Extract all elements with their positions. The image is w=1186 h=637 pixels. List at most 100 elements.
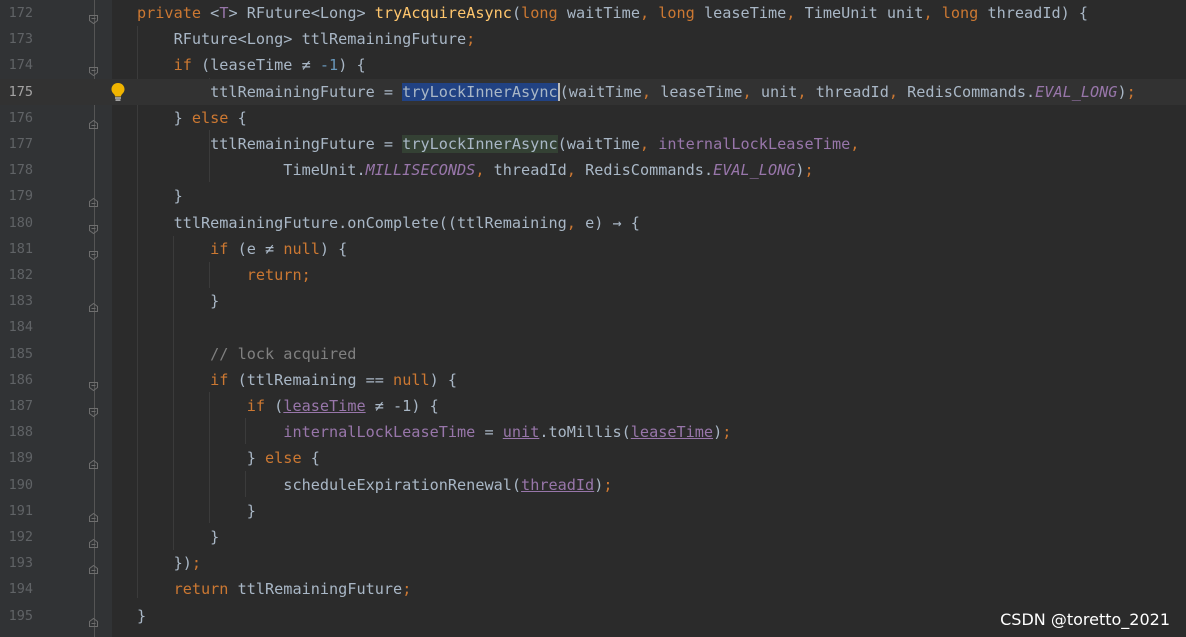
code-line[interactable]: 192 }: [0, 524, 1186, 550]
code-line[interactable]: 183 }: [0, 288, 1186, 314]
code-token: }: [137, 187, 183, 206]
code-line[interactable]: 191 }: [0, 498, 1186, 524]
code-line[interactable]: 190 scheduleExpirationRenewal(threadId);: [0, 472, 1186, 498]
code-line[interactable]: 184: [0, 314, 1186, 340]
code-text: }: [137, 183, 183, 209]
code-line[interactable]: 172 private <T> RFuture<Long> tryAcquireA…: [0, 0, 1186, 26]
code-token: MILLISECONDS: [365, 161, 476, 180]
code-text: if (ttlRemaining == null) {: [137, 367, 457, 393]
code-text: private <T> RFuture<Long> tryAcquireAsyn…: [137, 0, 1088, 26]
code-token: ;: [603, 475, 613, 494]
code-line[interactable]: 188 internalLockLeaseTime = unit.toMilli…: [0, 419, 1186, 445]
code-line[interactable]: 194 return ttlRemainingFuture;: [0, 576, 1186, 602]
code-token: (ttlRemaining ==: [237, 370, 394, 389]
code-text: }: [137, 524, 219, 550]
line-number: 184: [8, 319, 33, 336]
line-number: 186: [8, 371, 33, 388]
code-token: leaseTime: [630, 423, 714, 442]
code-token: internalLockLeaseTime: [137, 423, 476, 442]
code-token: threadId) {: [987, 4, 1089, 22]
code-token: else: [265, 449, 311, 468]
fold-collapse-icon[interactable]: [88, 243, 99, 260]
code-token: TimeUnit.: [137, 161, 366, 180]
code-text: } else {: [137, 445, 320, 471]
fold-collapse-icon[interactable]: [88, 59, 99, 77]
code-text: return ttlRemainingFuture;: [137, 576, 412, 602]
fold-collapse-icon[interactable]: [88, 374, 99, 391]
code-token: ,: [641, 82, 661, 101]
code-line[interactable]: 181 if (e ≠ null) {: [0, 236, 1186, 262]
code-token: ,: [850, 135, 860, 153]
code-token: (waitTime: [557, 135, 640, 153]
code-token: ) {: [319, 239, 348, 258]
code-token: ,: [797, 82, 816, 101]
code-token: if: [137, 397, 275, 415]
selected-text: tryLockInnerAsync: [402, 82, 558, 101]
fold-end-icon[interactable]: [88, 295, 99, 313]
code-token: RFuture<Long> ttlRemainingFuture: [137, 30, 467, 49]
code-token: =: [475, 423, 503, 442]
code-token: ): [594, 475, 604, 494]
code-line[interactable]: 186 if (ttlRemaining == null) {: [0, 367, 1186, 393]
code-token: unit: [502, 423, 540, 442]
code-editor[interactable]: 172 private <T> RFuture<Long> tryAcquireA…: [0, 0, 1186, 637]
code-text: }: [137, 603, 146, 629]
code-token: ;: [191, 554, 202, 573]
code-line[interactable]: 174 if (leaseTime ≠ -1) {: [0, 52, 1186, 78]
code-token: }: [137, 606, 147, 625]
fold-end-icon[interactable]: [88, 531, 99, 548]
code-line[interactable]: 185 // lock acquired: [0, 341, 1186, 367]
code-token: ,: [566, 213, 586, 232]
line-number: 193: [8, 555, 33, 572]
fold-end-icon[interactable]: [88, 557, 99, 575]
code-line[interactable]: 175 ttlRemainingFuture = tryLockInnerAsy…: [0, 78, 1186, 105]
code-token: EVAL_LONG: [1035, 82, 1118, 101]
code-token: leaseTime: [283, 397, 366, 415]
code-token: , long: [639, 4, 704, 22]
code-line[interactable]: 178 TimeUnit.MILLISECONDS, threadId, Red…: [0, 157, 1186, 183]
code-token: EVAL_LONG: [713, 161, 796, 180]
fold-end-icon[interactable]: [88, 190, 99, 208]
code-line[interactable]: 193 });: [0, 550, 1186, 576]
code-token: }: [137, 108, 192, 127]
line-number: 182: [8, 267, 33, 283]
line-number: 174: [8, 57, 33, 74]
fold-end-icon[interactable]: [88, 112, 99, 129]
code-token: ;: [804, 161, 814, 180]
code-token: {: [237, 108, 247, 127]
code-token: ttlRemainingFuture =: [137, 135, 403, 153]
code-line[interactable]: 177 ttlRemainingFuture = tryLockInnerAsy…: [0, 131, 1186, 157]
code-line[interactable]: 189 } else {: [0, 445, 1186, 471]
code-line[interactable]: 180 ttlRemainingFuture.onComplete((ttlRe…: [0, 210, 1186, 236]
code-token: ttlRemainingFuture.onComplete((ttlRemain…: [137, 213, 567, 232]
lightbulb-icon[interactable]: [110, 82, 126, 102]
code-token: ;: [466, 30, 476, 49]
code-text: if (leaseTime ≠ -1) {: [137, 52, 366, 78]
line-number: 189: [8, 450, 33, 467]
code-token: null: [283, 239, 320, 258]
code-token: scheduleExpirationRenewal(: [137, 475, 522, 494]
line-number: 177: [8, 136, 33, 152]
code-line[interactable]: 182 return;: [0, 262, 1186, 288]
code-text: }: [137, 288, 219, 314]
code-token: }: [137, 528, 220, 546]
code-text: // lock acquired: [137, 341, 356, 367]
fold-collapse-icon[interactable]: [88, 217, 99, 234]
code-line[interactable]: 179 }: [0, 183, 1186, 209]
line-number: 185: [8, 345, 33, 362]
fold-collapse-icon[interactable]: [88, 400, 99, 418]
line-number: 181: [8, 240, 33, 257]
code-token: tryAcquireAsync: [374, 4, 512, 22]
fold-end-icon[interactable]: [88, 610, 99, 627]
code-token: (: [274, 397, 284, 415]
code-token: private: [137, 4, 211, 22]
fold-end-icon[interactable]: [88, 505, 99, 522]
code-token: .toMillis(: [539, 423, 631, 442]
code-token: if: [137, 239, 238, 258]
code-line[interactable]: 176 } else {: [0, 105, 1186, 131]
code-line[interactable]: 173 RFuture<Long> ttlRemainingFuture;: [0, 26, 1186, 52]
fold-end-icon[interactable]: [88, 452, 99, 470]
code-line[interactable]: 187 if (leaseTime ≠ -1) {: [0, 393, 1186, 419]
code-token: long: [521, 4, 567, 22]
fold-collapse-icon[interactable]: [88, 7, 99, 25]
